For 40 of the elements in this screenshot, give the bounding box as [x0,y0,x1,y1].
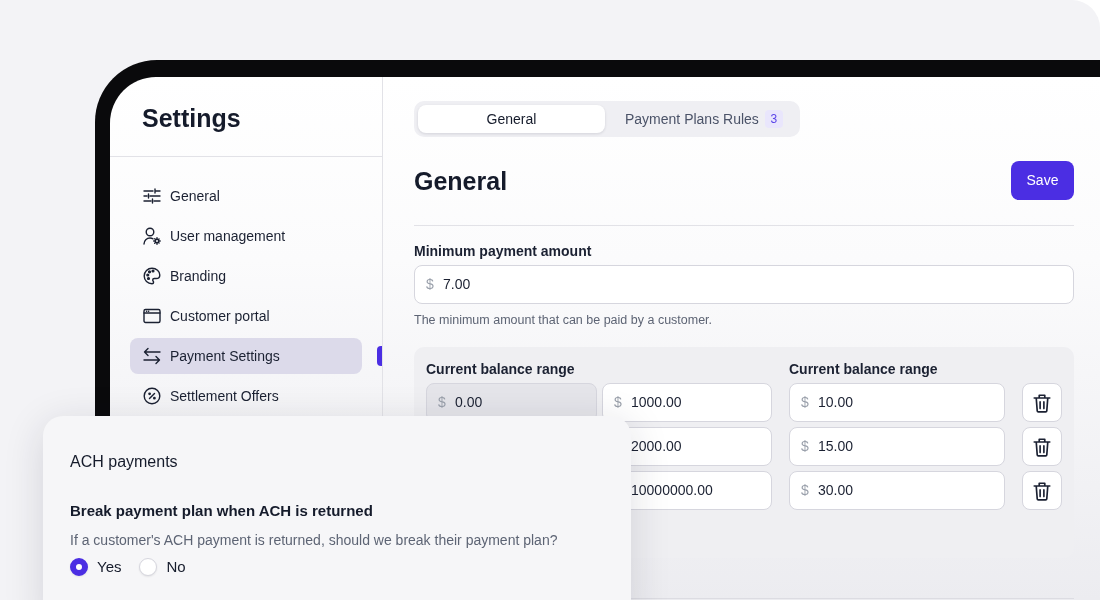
card-title: ACH payments [70,452,179,472]
sidebar-item[interactable]: General [130,178,362,214]
field-label: Minimum payment amount [414,242,593,260]
delete-button[interactable] [1022,471,1062,510]
count-badge: 3 [764,110,783,128]
radio-option[interactable]: Yes [70,557,122,577]
sidebar-item[interactable]: User management [130,218,362,254]
delete-button[interactable] [1022,427,1062,466]
trash-icon [1032,480,1052,501]
amount-field[interactable]: $ 1000.00 [602,383,772,422]
sliders-icon [143,187,161,205]
sidebar-item[interactable]: Customer portal [130,298,362,334]
trash-icon [1032,392,1052,413]
delete-button[interactable] [1022,383,1062,422]
amount-field[interactable]: $ 7.00 [414,265,1074,304]
swap-arrows-icon [143,347,161,365]
help-text: The minimum amount that can be paid by a customer. [414,312,714,328]
field-label: Current balance range [426,360,576,378]
sidebar-item[interactable]: Branding [130,258,362,294]
trash-icon [1032,436,1052,457]
page-heading: General [414,165,508,196]
amount-field[interactable]: $ 10.00 [789,383,1005,422]
palette-icon [143,267,161,285]
question-description: If a customer's ACH payment is returned, should we break their payment plan? [70,531,559,549]
field-label: Current balance range [789,360,938,378]
user-gear-icon [143,227,161,245]
percent-badge-icon [143,387,161,405]
save-button[interactable]: Save [1011,161,1074,200]
sidebar-item[interactable]: Payment Settings [130,338,362,374]
sidebar-title: Settings [110,77,382,157]
tab[interactable]: Payment Plans Rules 3 [605,105,796,133]
radio-option[interactable]: No [139,557,186,577]
sidebar-item[interactable]: Settlement Offers [130,378,362,414]
tab[interactable]: General [418,105,605,133]
amount-field[interactable]: $ 30.00 [789,471,1005,510]
radio-button[interactable] [70,558,88,576]
amount-field[interactable]: $ 15.00 [789,427,1005,466]
active-indicator [377,346,382,366]
browser-window-icon [143,307,161,325]
question-label: Break payment plan when ACH is returned [70,501,374,521]
